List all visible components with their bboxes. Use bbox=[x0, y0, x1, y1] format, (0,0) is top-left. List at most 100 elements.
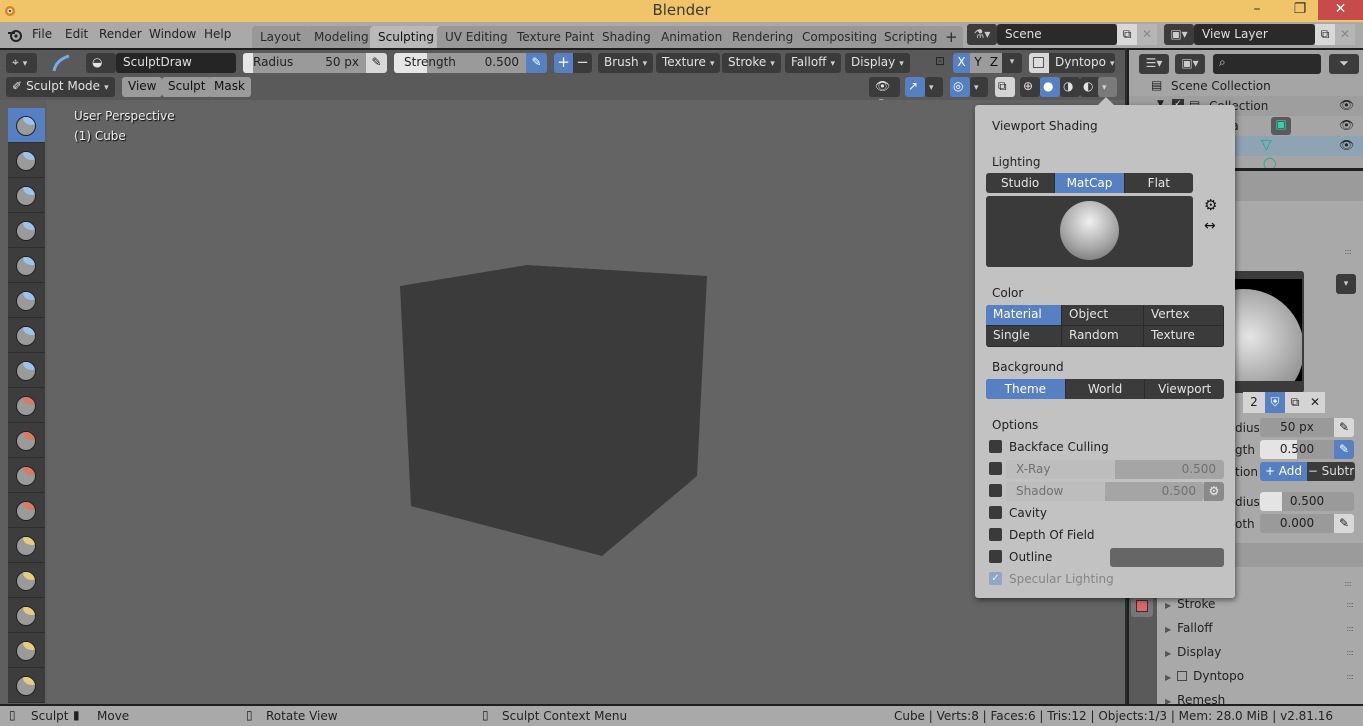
shadow-intensity-slider[interactable]: Shadow 0.500 bbox=[1006, 482, 1204, 501]
3d-viewport[interactable]: User Perspective (1) Cube bbox=[47, 100, 1125, 704]
menu-mask[interactable]: Mask bbox=[208, 77, 251, 97]
falloff-dropdown[interactable]: Falloff ▾ bbox=[785, 53, 841, 73]
minimize-button[interactable]: – bbox=[1240, 0, 1274, 20]
direction-subtract-button[interactable]: − bbox=[573, 53, 592, 73]
specular-lighting-checkbox[interactable]: ✓ bbox=[989, 572, 1002, 585]
close-window-button[interactable]: ✕ bbox=[1318, 0, 1363, 20]
drag-handle-icon[interactable]: :::: bbox=[1346, 672, 1354, 681]
eye-icon[interactable]: 👁 bbox=[1339, 138, 1354, 152]
tool-crease[interactable] bbox=[8, 353, 45, 388]
menu-file[interactable]: File bbox=[32, 27, 52, 41]
outline-checkbox[interactable] bbox=[989, 550, 1002, 563]
gizmo-dropdown[interactable]: ▾ bbox=[925, 77, 943, 97]
tool-scrape[interactable] bbox=[8, 493, 45, 528]
tool-fill[interactable] bbox=[8, 458, 45, 493]
tab-uv-editing[interactable]: UV Editing bbox=[437, 26, 516, 48]
symmetry-y-toggle[interactable]: Y bbox=[970, 53, 986, 73]
outliner-search-input[interactable]: ⌕ bbox=[1213, 54, 1321, 74]
view-layer-copy-icon[interactable]: ⧉ bbox=[1315, 24, 1335, 45]
eye-icon[interactable]: 👁 bbox=[1339, 118, 1354, 132]
depth-of-field-checkbox[interactable] bbox=[989, 528, 1002, 541]
shading-material-button[interactable]: ◑ bbox=[1060, 77, 1080, 97]
shadow-settings-gear-icon[interactable]: ⚙ bbox=[1204, 482, 1224, 501]
cube-mesh[interactable] bbox=[47, 100, 1125, 704]
menu-render[interactable]: Render bbox=[99, 27, 142, 41]
dyntopo-checkbox[interactable] bbox=[1029, 53, 1049, 73]
color-random-button[interactable]: Random bbox=[1062, 326, 1144, 347]
tool-draw[interactable] bbox=[8, 108, 45, 143]
shading-rendered-button[interactable]: ◐ bbox=[1080, 77, 1100, 97]
background-world-button[interactable]: World bbox=[1066, 379, 1146, 399]
drag-handle-icon[interactable]: :::: bbox=[1346, 600, 1354, 609]
autosmooth-field[interactable]: 0.500 bbox=[1260, 492, 1354, 511]
pressure-icon[interactable]: ✎ bbox=[1334, 440, 1354, 459]
cavity-checkbox[interactable] bbox=[989, 506, 1002, 519]
view-layer-browse-icon[interactable]: ▣▾ bbox=[1164, 24, 1194, 45]
tool-grab[interactable] bbox=[8, 563, 45, 598]
shading-options-dropdown[interactable]: ▾ bbox=[1098, 77, 1117, 97]
pressure-icon[interactable]: ✎ bbox=[1334, 418, 1354, 437]
color-object-button[interactable]: Object bbox=[1062, 305, 1144, 326]
stroke-dropdown[interactable]: Stroke ▾ bbox=[722, 53, 781, 73]
tab-rendering[interactable]: Rendering bbox=[724, 26, 802, 48]
scene-remove-icon[interactable]: ✕ bbox=[1137, 24, 1157, 45]
tab-texture-paint[interactable]: Texture Paint bbox=[509, 26, 603, 48]
fake-user-shield-icon[interactable]: ⛨ bbox=[1265, 392, 1285, 413]
tab-scripting[interactable]: Scripting bbox=[876, 26, 946, 48]
mesh-data-icon[interactable]: ▽ bbox=[1261, 137, 1272, 153]
blender-menu-icon[interactable] bbox=[7, 28, 23, 42]
menu-help[interactable]: Help bbox=[204, 27, 231, 41]
background-theme-button[interactable]: Theme bbox=[986, 379, 1066, 399]
overlays-toggle[interactable]: ◎ bbox=[950, 77, 970, 97]
background-viewport-button[interactable]: Viewport bbox=[1145, 379, 1224, 399]
shading-wireframe-button[interactable]: ⊕ bbox=[1020, 77, 1040, 97]
color-material-button[interactable]: Material bbox=[986, 305, 1062, 326]
menu-edit[interactable]: Edit bbox=[65, 27, 88, 41]
shadow-checkbox[interactable] bbox=[989, 484, 1002, 497]
tool-flatten[interactable] bbox=[8, 423, 45, 458]
tab-sculpting[interactable]: Sculpting bbox=[370, 26, 443, 48]
tool-pinch[interactable] bbox=[8, 528, 45, 563]
filter-icon[interactable]: ⏷ bbox=[1329, 54, 1359, 74]
symmetry-x-toggle[interactable]: X bbox=[953, 53, 970, 73]
scene-browse-icon[interactable]: ⚗▾ bbox=[967, 24, 997, 45]
menu-window[interactable]: Window bbox=[149, 27, 196, 41]
outline-color-swatch[interactable] bbox=[1110, 548, 1224, 567]
eye-icon[interactable]: 👁 bbox=[1339, 98, 1354, 112]
panel-stroke[interactable]: ▶ Stroke :::: bbox=[1165, 597, 1363, 617]
flip-horizontal-icon[interactable]: ↔ bbox=[1204, 218, 1216, 234]
view-layer-remove-icon[interactable]: ✕ bbox=[1335, 24, 1355, 45]
scene-copy-icon[interactable]: ⧉ bbox=[1117, 24, 1137, 45]
strength-pressure-icon[interactable]: ✎ bbox=[526, 53, 547, 73]
dyntopo-dropdown[interactable]: Dyntopo ▾ bbox=[1049, 53, 1115, 73]
overlays-dropdown[interactable]: ▾ bbox=[970, 77, 988, 97]
filter-scene-dropdown[interactable]: ▣▾ bbox=[1175, 54, 1205, 74]
brush-dropdown[interactable]: Brush ▾ bbox=[598, 53, 654, 73]
view-layer-field[interactable]: View Layer bbox=[1194, 24, 1315, 45]
color-vertex-button[interactable]: Vertex bbox=[1144, 305, 1224, 326]
shading-solid-button[interactable]: ● bbox=[1040, 77, 1060, 97]
tool-clay-strips[interactable] bbox=[8, 213, 45, 248]
drag-handle-icon[interactable]: :::: bbox=[1344, 579, 1352, 588]
tool-layer[interactable] bbox=[8, 248, 45, 283]
radius-prop-field[interactable]: 50 px bbox=[1260, 418, 1334, 437]
display-mode-dropdown[interactable]: ☰▾ bbox=[1139, 54, 1169, 74]
direction-add-button[interactable]: + bbox=[554, 53, 573, 73]
display-dropdown[interactable]: Display ▾ bbox=[845, 53, 910, 73]
duplicate-icon[interactable]: ⧉ bbox=[1285, 392, 1305, 413]
panel-display[interactable]: ▶ Display :::: bbox=[1165, 645, 1363, 665]
tab-compositing[interactable]: Compositing bbox=[794, 26, 886, 48]
xray-alpha-slider[interactable]: X-Ray 0.500 bbox=[1006, 460, 1224, 479]
visibility-dropdown[interactable]: 👁▾ bbox=[869, 77, 900, 107]
tool-smooth[interactable] bbox=[8, 388, 45, 423]
brush-name-field[interactable]: SculptDraw bbox=[116, 53, 236, 73]
tool-clay[interactable] bbox=[8, 178, 45, 213]
unlink-icon[interactable]: ✕ bbox=[1305, 392, 1325, 413]
drag-handle-icon[interactable]: :::: bbox=[1346, 624, 1354, 633]
gear-icon[interactable]: ⚙ bbox=[1204, 196, 1217, 214]
menu-view[interactable]: View bbox=[122, 77, 163, 97]
gizmo-toggle[interactable]: ↗ bbox=[905, 77, 925, 97]
menu-sculpt[interactable]: Sculpt bbox=[162, 77, 212, 97]
lighting-flat-button[interactable]: Flat bbox=[1125, 173, 1193, 193]
mode-dropdown[interactable]: ✐ Sculpt Mode ▾ bbox=[6, 77, 115, 97]
